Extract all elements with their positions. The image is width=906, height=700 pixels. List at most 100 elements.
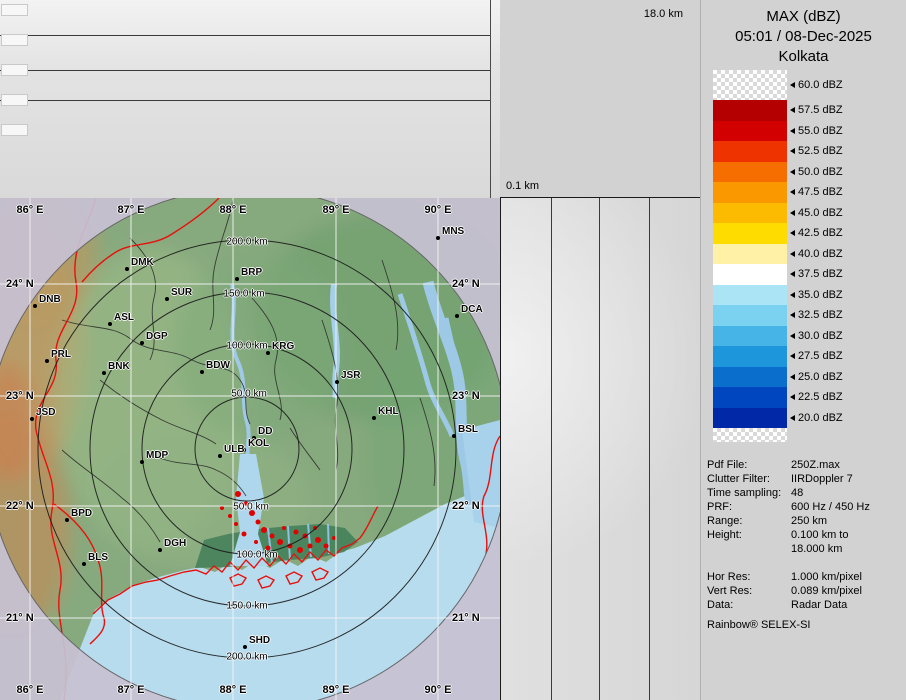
legend-entry: 50.0 dBZ: [713, 162, 843, 183]
metadata-row: Height:0.100 km to: [707, 528, 903, 542]
legend-entry: 45.0 dBZ: [713, 203, 843, 224]
legend-entry-label: 47.5 dBZ: [790, 186, 843, 198]
height-tick-box: [1, 34, 28, 46]
height-tick-box: [1, 4, 28, 16]
metadata-value: 48: [791, 486, 803, 500]
metadata-table: Pdf File:250Z.maxClutter Filter:IIRDoppl…: [707, 458, 903, 632]
height-tick-box: [1, 64, 28, 76]
legend-swatch: [713, 223, 787, 244]
metadata-label: PRF:: [707, 500, 791, 514]
legend-entry-text: 60.0 dBZ: [798, 79, 843, 91]
legend-swatch: [713, 408, 787, 429]
legend-swatch: [713, 244, 787, 265]
metadata-value: 18.000 km: [791, 542, 842, 556]
legend-entry-text: 25.0 dBZ: [798, 371, 843, 383]
metadata-value: 0.089 km/pixel: [791, 584, 862, 598]
legend-entry-text: 30.0 dBZ: [798, 330, 843, 342]
legend-entry: 32.5 dBZ: [713, 305, 843, 326]
legend-entry-label: 20.0 dBZ: [790, 412, 843, 424]
legend-entry: [713, 428, 843, 442]
legend-swatch: [713, 367, 787, 388]
metadata-row: PRF:600 Hz / 450 Hz: [707, 500, 903, 514]
legend-tick-arrow: [790, 415, 795, 421]
station-name: Kolkata: [701, 47, 906, 67]
legend-entry-label: 42.5 dBZ: [790, 227, 843, 239]
legend-tick-arrow: [790, 251, 795, 257]
legend-entry-label: 45.0 dBZ: [790, 207, 843, 219]
legend-entry-text: 35.0 dBZ: [798, 289, 843, 301]
metadata-label: [707, 542, 791, 556]
legend-entry-text: 52.5 dBZ: [798, 145, 843, 157]
legend-tick-arrow: [790, 374, 795, 380]
legend-entry: 55.0 dBZ: [713, 121, 843, 142]
metadata-row: Time sampling:48: [707, 486, 903, 500]
legend-entry-text: 27.5 dBZ: [798, 350, 843, 362]
metadata-value: 250Z.max: [791, 458, 840, 472]
legend-tick-arrow: [790, 271, 795, 277]
legend-entry-label: 27.5 dBZ: [790, 350, 843, 362]
legend-entry-label: 52.5 dBZ: [790, 145, 843, 157]
legend-swatch: [713, 346, 787, 367]
top-cross-section-panel: [0, 0, 500, 199]
metadata-label: Time sampling:: [707, 486, 791, 500]
legend-entry: 20.0 dBZ: [713, 408, 843, 429]
legend-header: MAX (dBZ) 05:01 / 08-Dec-2025 Kolkata: [701, 7, 906, 67]
height-gridline: [0, 35, 490, 36]
legend-entry: 22.5 dBZ: [713, 387, 843, 408]
map-canvas: [0, 198, 500, 700]
right-cross-section-panel: [500, 198, 700, 700]
legend-entry-text: 37.5 dBZ: [798, 268, 843, 280]
metadata-row: Range:250 km: [707, 514, 903, 528]
metadata-value: 250 km: [791, 514, 827, 528]
legend-entry: 57.5 dBZ: [713, 100, 843, 121]
metadata-row: 18.000 km: [707, 542, 903, 556]
legend-entry: 35.0 dBZ: [713, 285, 843, 306]
legend-swatch: [713, 285, 787, 306]
height-gridline: [551, 198, 552, 700]
legend-tick-arrow: [790, 312, 795, 318]
legend-entry-label: 32.5 dBZ: [790, 309, 843, 321]
legend-entry-text: 42.5 dBZ: [798, 227, 843, 239]
legend-entry: 47.5 dBZ: [713, 182, 843, 203]
legend-tick-arrow: [790, 82, 795, 88]
legend-tick-arrow: [790, 189, 795, 195]
metadata-label: Clutter Filter:: [707, 472, 791, 486]
legend-entry: 42.5 dBZ: [713, 223, 843, 244]
metadata-value: IIRDoppler 7: [791, 472, 853, 486]
legend-panel: MAX (dBZ) 05:01 / 08-Dec-2025 Kolkata 60…: [700, 0, 906, 700]
metadata-label: Pdf File:: [707, 458, 791, 472]
legend-swatch: [713, 182, 787, 203]
legend-entry: 52.5 dBZ: [713, 141, 843, 162]
legend-swatch: [713, 326, 787, 347]
legend-tick-arrow: [790, 394, 795, 400]
legend-entry-text: 57.5 dBZ: [798, 104, 843, 116]
legend-entry-text: 50.0 dBZ: [798, 166, 843, 178]
height-gridline: [599, 198, 600, 700]
metadata-label: Vert Res:: [707, 584, 791, 598]
metadata-label: Data:: [707, 598, 791, 612]
software-credit: Rainbow® SELEX-SI: [707, 618, 903, 632]
legend-tick-arrow: [790, 292, 795, 298]
panel-end-line: [490, 0, 491, 198]
height-gridline: [649, 198, 650, 700]
legend-tick-arrow: [790, 230, 795, 236]
map-panel: 86° E86° E87° E87° E88° E88° E89° E89° E…: [0, 198, 500, 700]
height-tick-box: [1, 124, 28, 136]
legend-tick-arrow: [790, 169, 795, 175]
legend-swatch: [713, 162, 787, 183]
legend-entry-label: 55.0 dBZ: [790, 125, 843, 137]
legend-entry-label: 37.5 dBZ: [790, 268, 843, 280]
product-title: MAX (dBZ): [701, 7, 906, 27]
metadata-row: Vert Res:0.089 km/pixel: [707, 584, 903, 598]
legend-entry-label: 30.0 dBZ: [790, 330, 843, 342]
metadata-value: Radar Data: [791, 598, 847, 612]
metadata-row: Data:Radar Data: [707, 598, 903, 612]
radar-product-screen: 18.0 km 0.1 km: [0, 0, 906, 700]
legend-swatch: [713, 264, 787, 285]
legend-entry: 27.5 dBZ: [713, 346, 843, 367]
metadata-row: Clutter Filter:IIRDoppler 7: [707, 472, 903, 486]
legend-tick-arrow: [790, 107, 795, 113]
metadata-label: Hor Res:: [707, 570, 791, 584]
legend-tick-arrow: [790, 128, 795, 134]
legend-entry-text: 32.5 dBZ: [798, 309, 843, 321]
